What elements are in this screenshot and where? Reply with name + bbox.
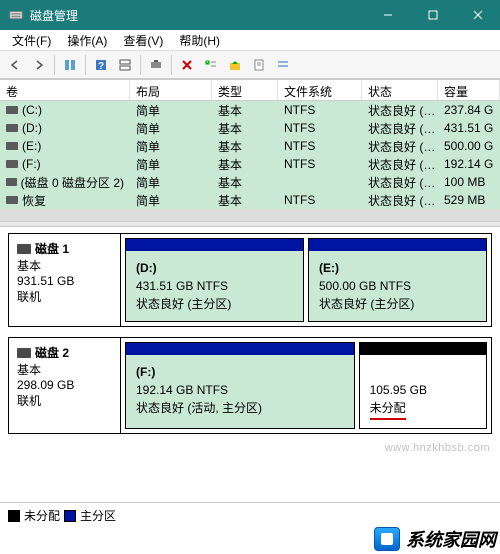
column-headers: 卷 布局 类型 文件系统 状态 容量: [0, 79, 500, 101]
volume-icon: [6, 178, 17, 186]
watermark-icon: [374, 527, 400, 551]
minimize-button[interactable]: [365, 0, 410, 30]
table-row[interactable]: (D:)简单基本NTFS状态良好 (…431.51 G: [0, 119, 500, 137]
legend: 未分配 主分区: [0, 502, 500, 528]
col-type[interactable]: 类型: [212, 80, 278, 100]
scroll-area[interactable]: [0, 209, 500, 221]
col-volume[interactable]: 卷: [0, 80, 130, 100]
menu-view[interactable]: 查看(V): [115, 30, 171, 51]
volume-icon: [6, 196, 18, 204]
partition-e[interactable]: (E:) 500.00 GB NTFS 状态良好 (主分区): [308, 238, 487, 322]
partition-f[interactable]: (F:) 192.14 GB NTFS 状态良好 (活动, 主分区): [125, 342, 355, 429]
table-row[interactable]: (C:)简单基本NTFS状态良好 (…237.84 G: [0, 101, 500, 119]
partition-d[interactable]: (D:) 431.51 GB NTFS 状态良好 (主分区): [125, 238, 304, 322]
menubar: 文件(F) 操作(A) 查看(V) 帮助(H): [0, 30, 500, 51]
help-button[interactable]: ?: [90, 54, 112, 76]
menu-file[interactable]: 文件(F): [4, 30, 59, 51]
disk-icon: [17, 348, 31, 358]
close-button[interactable]: [455, 0, 500, 30]
menu-help[interactable]: 帮助(H): [171, 30, 228, 51]
delete-button[interactable]: [176, 54, 198, 76]
layout-button[interactable]: [114, 54, 136, 76]
legend-swatch-primary: [64, 510, 76, 522]
list-view-button[interactable]: [272, 54, 294, 76]
disk-block-2: 磁盘 2 基本 298.09 GB 联机 (F:) 192.14 GB NTFS…: [8, 337, 492, 434]
partition-header: [309, 239, 486, 251]
col-layout[interactable]: 布局: [130, 80, 212, 100]
legend-swatch-unalloc: [8, 510, 20, 522]
disk-info[interactable]: 磁盘 1 基本 931.51 GB 联机: [9, 234, 121, 326]
forward-button[interactable]: [28, 54, 50, 76]
partition-unallocated[interactable]: 105.95 GB 未分配: [359, 342, 487, 429]
col-fs[interactable]: 文件系统: [278, 80, 362, 100]
watermark-text: 系统家园网: [406, 526, 496, 552]
volume-icon: [6, 160, 18, 168]
partition-header: [126, 239, 303, 251]
disk-icon: [17, 244, 31, 254]
view-toggle-button[interactable]: [59, 54, 81, 76]
menu-action[interactable]: 操作(A): [59, 30, 115, 51]
volume-icon: [6, 124, 18, 132]
watermark-url: www.hnzkhbsb.com: [385, 442, 490, 454]
app-icon: [8, 7, 24, 23]
checklist-button[interactable]: [200, 54, 222, 76]
disk-block-1: 磁盘 1 基本 931.51 GB 联机 (D:) 431.51 GB NTFS…: [8, 233, 492, 327]
table-row[interactable]: (E:)简单基本NTFS状态良好 (…500.00 G: [0, 137, 500, 155]
partition-header: [126, 343, 354, 355]
col-status[interactable]: 状态: [362, 80, 438, 100]
folder-up-button[interactable]: [224, 54, 246, 76]
table-row[interactable]: (磁盘 0 磁盘分区 2)简单基本状态良好 (…100 MB: [0, 173, 500, 191]
maximize-button[interactable]: [410, 0, 455, 30]
partition-header: [360, 343, 486, 355]
volume-icon: [6, 142, 18, 150]
settings-button[interactable]: [145, 54, 167, 76]
volume-rows: (C:)简单基本NTFS状态良好 (…237.84 G(D:)简单基本NTFS状…: [0, 101, 500, 209]
toolbar: ?: [0, 51, 500, 79]
disk-layout-panel: 磁盘 1 基本 931.51 GB 联机 (D:) 431.51 GB NTFS…: [0, 227, 500, 434]
volume-icon: [6, 106, 18, 114]
table-row[interactable]: (F:)简单基本NTFS状态良好 (…192.14 G: [0, 155, 500, 173]
volume-list-panel: 卷 布局 类型 文件系统 状态 容量 (C:)简单基本NTFS状态良好 (…23…: [0, 79, 500, 221]
properties-button[interactable]: [248, 54, 270, 76]
col-capacity[interactable]: 容量: [438, 80, 500, 100]
back-button[interactable]: [4, 54, 26, 76]
titlebar: 磁盘管理: [0, 0, 500, 30]
svg-text:?: ?: [98, 61, 104, 72]
window-title: 磁盘管理: [30, 7, 365, 24]
table-row[interactable]: 恢复简单基本NTFS状态良好 (…529 MB: [0, 191, 500, 209]
disk-info[interactable]: 磁盘 2 基本 298.09 GB 联机: [9, 338, 121, 433]
watermark: 系统家园网: [374, 526, 496, 552]
